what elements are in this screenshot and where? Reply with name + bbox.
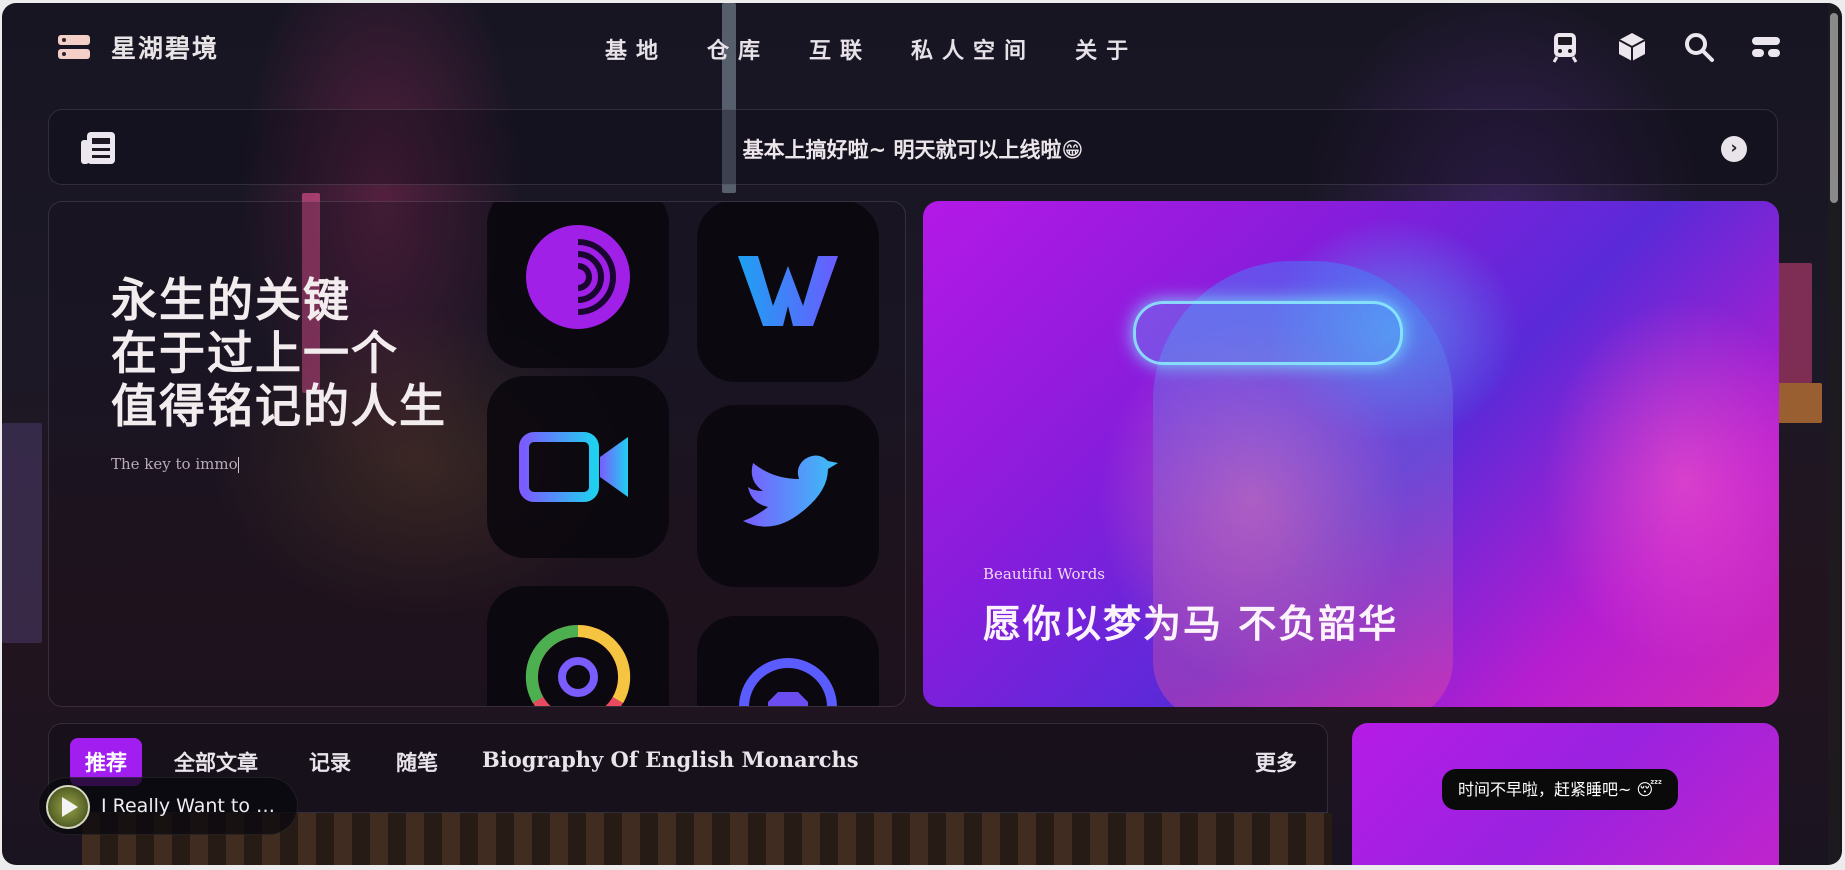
page-frame: 星湖碧境 基地 仓库 互联 私人空间 关于 基本上搞好啦~ 明天就可以上线啦😁 … <box>2 3 1842 865</box>
hero-line: 永生的关键 <box>111 273 351 327</box>
brand-title: 星湖碧境 <box>111 34 220 63</box>
nav-link-base[interactable]: 基地 <box>605 33 667 65</box>
hero-line: 值得铭记的人生 <box>111 379 447 433</box>
announcement-bar: 基本上搞好啦~ 明天就可以上线啦😁 › <box>48 109 1778 185</box>
nav-link-private-space[interactable]: 私人空间 <box>911 33 1035 65</box>
tab-records[interactable]: 记录 <box>294 738 366 786</box>
hero-subtitle: The key to immo <box>111 455 239 473</box>
hero-quote: 永生的关键 在于过上一个 值得铭记的人生 The key to immo <box>111 274 447 473</box>
main-nav: 基地 仓库 互联 私人空间 关于 <box>605 33 1177 65</box>
brand[interactable]: 星湖碧境 <box>57 29 219 65</box>
nav-link-connect[interactable]: 互联 <box>809 33 871 65</box>
tab-biography[interactable]: Biography Of English Monarchs <box>467 738 874 781</box>
song-title: I Really Want to Stay At Your House <box>101 795 286 817</box>
feature-eyebrow: Beautiful Words <box>983 565 1106 583</box>
train-icon[interactable] <box>1549 31 1581 63</box>
video-camera-icon[interactable] <box>487 376 669 558</box>
github-icon[interactable] <box>697 616 879 706</box>
server-stack-icon <box>58 35 90 59</box>
tab-more[interactable]: 更多 <box>1255 747 1297 777</box>
menu-toggle-icon[interactable] <box>1750 31 1782 63</box>
music-player[interactable]: I Really Want to Stay At Your House <box>38 777 298 835</box>
twitter-bird-icon[interactable] <box>697 405 879 587</box>
nav-icon-group <box>1549 31 1782 63</box>
scrollbar-thumb[interactable] <box>1830 13 1838 203</box>
cube-icon[interactable] <box>1616 31 1648 63</box>
nav-link-about[interactable]: 关于 <box>1075 33 1137 65</box>
tab-essays[interactable]: 随笔 <box>381 738 453 786</box>
search-icon[interactable] <box>1683 31 1715 63</box>
feature-headline: 愿你以梦为马 不负韶华 <box>983 601 1399 646</box>
cyber-visor <box>1133 301 1403 365</box>
toast-message: 时间不早啦，赶紧睡吧~ 😴 <box>1442 769 1679 810</box>
chrome-icon[interactable] <box>487 586 669 706</box>
play-icon[interactable] <box>62 797 78 817</box>
album-cover[interactable] <box>46 785 90 829</box>
chevron-right-icon[interactable]: › <box>1721 136 1747 162</box>
hero-line: 在于过上一个 <box>111 326 399 380</box>
hero-quote-card: 永生的关键 在于过上一个 值得铭记的人生 The key to immo <box>48 201 906 707</box>
tor-browser-icon[interactable] <box>487 202 669 368</box>
nav-link-warehouse[interactable]: 仓库 <box>707 33 769 65</box>
top-nav: 星湖碧境 基地 仓库 互联 私人空间 关于 <box>2 3 1842 95</box>
neon-sign <box>2 423 42 643</box>
announcement-text: 基本上搞好啦~ 明天就可以上线啦😁 <box>742 138 1084 162</box>
page-scrollbar[interactable] <box>1828 3 1840 865</box>
feature-card[interactable]: Beautiful Words 愿你以梦为马 不负韶华 <box>923 201 1779 707</box>
webstorm-icon[interactable] <box>697 202 879 382</box>
